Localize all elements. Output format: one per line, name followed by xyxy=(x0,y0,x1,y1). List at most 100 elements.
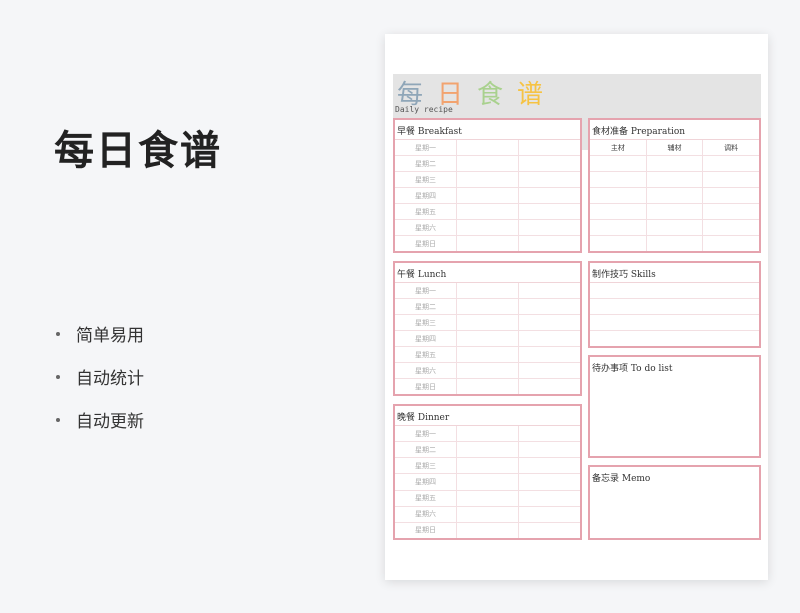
table-cell[interactable] xyxy=(519,442,580,457)
table-cell[interactable] xyxy=(457,379,519,394)
table-cell[interactable] xyxy=(590,156,647,171)
table-cell[interactable] xyxy=(590,204,647,219)
table-cell[interactable] xyxy=(457,188,519,203)
table-cell[interactable] xyxy=(457,490,519,506)
table-row: 星期四 xyxy=(395,331,580,347)
table-cell[interactable] xyxy=(519,299,580,314)
table-cell[interactable] xyxy=(519,283,580,298)
table-cell[interactable] xyxy=(647,188,704,203)
weekday-label: 星期二 xyxy=(395,442,457,458)
table-cell[interactable] xyxy=(519,474,580,489)
note-line[interactable] xyxy=(590,315,759,331)
table-cell[interactable] xyxy=(590,220,647,235)
table-cell[interactable] xyxy=(457,299,519,314)
table-cell[interactable] xyxy=(519,491,580,506)
table-cell[interactable] xyxy=(519,188,580,203)
table-cell[interactable] xyxy=(519,172,580,187)
breakfast-grid: 星期一 星期二 星期三 星期四 星期五 星期六 星期日 xyxy=(395,139,580,251)
table-cell[interactable] xyxy=(703,172,759,187)
table-cell[interactable] xyxy=(457,522,519,538)
table-cell[interactable] xyxy=(519,363,580,378)
feature-item: 自动更新 xyxy=(56,398,144,441)
bullet-icon xyxy=(56,374,60,379)
table-cell[interactable] xyxy=(457,172,519,187)
breakfast-section: 早餐 Breakfast 星期一 星期二 星期三 星期四 星期五 星期六 星期日 xyxy=(393,118,582,253)
table-cell[interactable] xyxy=(519,331,580,346)
weekday-label: 星期五 xyxy=(395,204,457,219)
table-cell[interactable] xyxy=(647,220,704,235)
note-line[interactable] xyxy=(590,283,759,299)
weekday-label: 星期一 xyxy=(395,283,457,298)
table-cell[interactable] xyxy=(519,140,580,155)
table-row: 星期三 xyxy=(395,172,580,188)
note-line[interactable] xyxy=(590,331,759,346)
table-cell[interactable] xyxy=(519,507,580,522)
table-cell[interactable] xyxy=(457,140,519,155)
table-cell[interactable] xyxy=(703,188,759,203)
table-row xyxy=(590,172,759,188)
table-cell[interactable] xyxy=(457,204,519,219)
table-cell[interactable] xyxy=(457,426,519,442)
feature-label: 自动更新 xyxy=(76,412,144,432)
weekday-label: 星期二 xyxy=(395,156,457,171)
title-char: 食 xyxy=(477,80,504,110)
table-row: 星期日 xyxy=(395,236,580,251)
weekday-label: 星期三 xyxy=(395,458,457,474)
preparation-grid: 主材 辅材 调料 xyxy=(590,139,759,251)
table-cell[interactable] xyxy=(647,172,704,187)
table-cell[interactable] xyxy=(457,283,519,298)
preparation-header-row: 主材 辅材 调料 xyxy=(590,140,759,156)
table-cell[interactable] xyxy=(457,347,519,362)
table-cell[interactable] xyxy=(457,442,519,458)
todo-section[interactable]: 待办事项 To do list xyxy=(588,355,761,458)
weekday-label: 星期二 xyxy=(395,299,457,314)
weekday-label: 星期三 xyxy=(395,172,457,187)
table-cell[interactable] xyxy=(457,315,519,330)
preparation-title: 食材准备 Preparation xyxy=(592,127,686,137)
table-cell[interactable] xyxy=(590,172,647,187)
preparation-section: 食材准备 Preparation 主材 辅材 调料 xyxy=(588,118,761,253)
table-cell[interactable] xyxy=(590,188,647,203)
table-cell[interactable] xyxy=(457,236,519,251)
table-cell[interactable] xyxy=(457,506,519,522)
weekday-label: 星期五 xyxy=(395,490,457,506)
lunch-section: 午餐 Lunch 星期一 星期二 星期三 星期四 星期五 星期六 星期日 xyxy=(393,261,582,396)
table-cell[interactable] xyxy=(647,156,704,171)
table-cell[interactable] xyxy=(703,204,759,219)
table-cell[interactable] xyxy=(519,379,580,394)
bullet-icon xyxy=(56,331,60,336)
weekday-label: 星期日 xyxy=(395,522,457,538)
table-row xyxy=(590,156,759,172)
table-cell[interactable] xyxy=(590,236,647,251)
weekday-label: 星期六 xyxy=(395,220,457,235)
table-cell[interactable] xyxy=(457,331,519,346)
note-line[interactable] xyxy=(590,299,759,315)
table-cell[interactable] xyxy=(519,156,580,171)
weekday-label: 星期六 xyxy=(395,363,457,378)
table-cell[interactable] xyxy=(519,426,580,441)
table-cell[interactable] xyxy=(703,220,759,235)
promo-title: 每日食谱 xyxy=(54,128,222,174)
table-cell[interactable] xyxy=(703,236,759,251)
table-cell[interactable] xyxy=(519,204,580,219)
table-cell[interactable] xyxy=(647,236,704,251)
table-cell[interactable] xyxy=(457,474,519,490)
table-cell[interactable] xyxy=(519,458,580,473)
table-cell[interactable] xyxy=(457,156,519,171)
memo-section[interactable]: 备忘录 Memo xyxy=(588,465,761,540)
table-cell[interactable] xyxy=(457,363,519,378)
table-cell[interactable] xyxy=(519,315,580,330)
table-row xyxy=(590,204,759,220)
table-cell[interactable] xyxy=(703,156,759,171)
table-row: 星期二 xyxy=(395,156,580,172)
lunch-grid: 星期一 星期二 星期三 星期四 星期五 星期六 星期日 xyxy=(395,282,580,394)
table-cell[interactable] xyxy=(519,236,580,251)
table-cell[interactable] xyxy=(647,204,704,219)
table-cell[interactable] xyxy=(519,220,580,235)
bullet-icon xyxy=(56,417,60,422)
table-cell[interactable] xyxy=(519,523,580,538)
table-cell[interactable] xyxy=(519,347,580,362)
table-row: 星期五 xyxy=(395,347,580,363)
table-cell[interactable] xyxy=(457,220,519,235)
table-cell[interactable] xyxy=(457,458,519,474)
